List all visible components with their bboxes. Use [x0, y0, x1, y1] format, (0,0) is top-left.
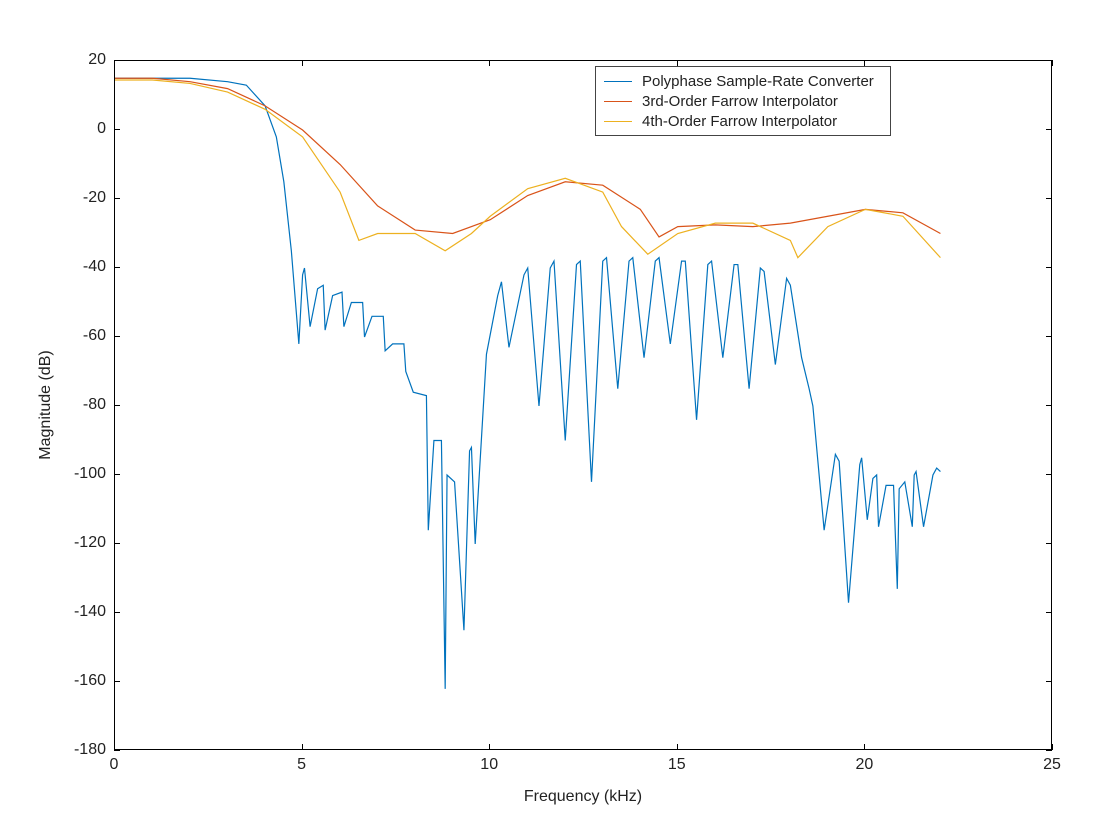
x-axis-label: Frequency (kHz) — [524, 788, 642, 806]
tick — [114, 129, 120, 130]
y-tick-label: -140 — [74, 603, 106, 621]
tick — [1052, 744, 1053, 750]
tick — [302, 60, 303, 66]
y-axis-label: Magnitude (dB) — [37, 350, 55, 459]
tick — [1046, 405, 1052, 406]
legend-swatch — [604, 101, 632, 102]
tick — [1046, 750, 1052, 751]
tick — [114, 405, 120, 406]
tick — [302, 744, 303, 750]
tick — [864, 744, 865, 750]
y-tick-label: -180 — [74, 741, 106, 759]
y-tick-label: -20 — [83, 189, 106, 207]
tick — [1052, 60, 1053, 66]
x-tick-label: 10 — [480, 756, 498, 774]
tick — [864, 60, 865, 66]
legend-entry: Polyphase Sample-Rate Converter — [604, 71, 882, 91]
x-tick-label: 5 — [297, 756, 306, 774]
tick — [1046, 543, 1052, 544]
y-tick-label: -40 — [83, 258, 106, 276]
legend: Polyphase Sample-Rate Converter 3rd-Order… — [595, 66, 891, 136]
figure: Frequency (kHz) Magnitude (dB) Polyphase… — [0, 0, 1120, 840]
tick — [1046, 267, 1052, 268]
axes — [114, 60, 1052, 750]
tick — [1046, 612, 1052, 613]
legend-swatch — [604, 121, 632, 122]
tick — [114, 750, 120, 751]
x-tick-label: 20 — [855, 756, 873, 774]
x-tick-label: 0 — [110, 756, 119, 774]
tick — [489, 60, 490, 66]
plot-area — [115, 61, 1053, 751]
tick — [1046, 198, 1052, 199]
legend-entry: 4th-Order Farrow Interpolator — [604, 111, 882, 131]
x-tick-label: 15 — [668, 756, 686, 774]
tick — [1046, 474, 1052, 475]
tick — [1046, 60, 1052, 61]
y-tick-label: -120 — [74, 534, 106, 552]
y-tick-label: -60 — [83, 327, 106, 345]
tick — [114, 681, 120, 682]
tick — [114, 474, 120, 475]
y-tick-label: 20 — [88, 51, 106, 69]
legend-entry: 3rd-Order Farrow Interpolator — [604, 91, 882, 111]
y-tick-label: 0 — [97, 120, 106, 138]
legend-label: 4th-Order Farrow Interpolator — [642, 113, 837, 130]
tick — [489, 744, 490, 750]
legend-label: 3rd-Order Farrow Interpolator — [642, 93, 838, 110]
tick — [1046, 336, 1052, 337]
tick — [114, 612, 120, 613]
tick — [1046, 129, 1052, 130]
y-tick-label: -100 — [74, 465, 106, 483]
tick — [114, 267, 120, 268]
series-line-0 — [115, 78, 940, 689]
legend-swatch — [604, 81, 632, 82]
x-tick-label: 25 — [1043, 756, 1061, 774]
tick — [1046, 681, 1052, 682]
tick — [677, 60, 678, 66]
y-tick-label: -80 — [83, 396, 106, 414]
tick — [114, 60, 120, 61]
tick — [114, 543, 120, 544]
tick — [677, 744, 678, 750]
legend-label: Polyphase Sample-Rate Converter — [642, 73, 874, 90]
tick — [114, 198, 120, 199]
y-tick-label: -160 — [74, 672, 106, 690]
tick — [114, 336, 120, 337]
